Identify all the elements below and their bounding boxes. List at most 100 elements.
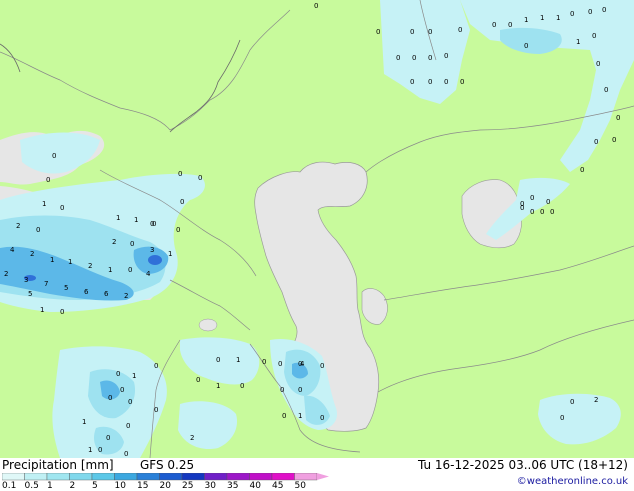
- precip-value-label: 1: [236, 356, 240, 364]
- precip-value-label: 2: [88, 262, 92, 270]
- precip-value-label: 1: [88, 446, 92, 454]
- precip-value-label: 6: [104, 290, 109, 298]
- weather-map: 0 0 0 0 0 0 1 1 1 0 0 0 0 0 1 0 0 0 0 0 0 0 0 0 0 0 0 0 0 0 0 0 0 0 1 0 1 1 0 2…: [0, 0, 634, 458]
- precip-value-label: 0: [198, 174, 202, 182]
- precip-value-label: 0: [594, 138, 598, 146]
- precip-value-label: 2: [112, 238, 116, 246]
- precip-value-label: 0: [240, 382, 244, 390]
- kara-bogaz-gol: [361, 288, 388, 325]
- legend-arrow: [317, 473, 329, 480]
- precip-value-label: 0: [412, 54, 416, 62]
- precip-value-label: 0: [124, 450, 128, 458]
- precip-value-label: 0: [570, 398, 574, 406]
- legend-swatch: [46, 473, 70, 481]
- precip-value-label: 0: [320, 414, 324, 422]
- precip-value-label: 0: [154, 362, 158, 370]
- precip-value-label: 0: [376, 28, 380, 36]
- precip-value-label: 0: [540, 208, 544, 216]
- precip-value-label: 0: [428, 54, 432, 62]
- precip-value-label: 0: [602, 6, 606, 14]
- precip-value-label: 0: [508, 21, 512, 29]
- precip-value-label: 0: [60, 204, 64, 212]
- precip-value-label: 2: [4, 270, 8, 278]
- precip-value-label: 4: [300, 360, 305, 368]
- precip-value-label: 0: [176, 226, 180, 234]
- precip-value-label: 1: [116, 214, 120, 222]
- precip-value-label: 0: [612, 136, 616, 144]
- precip-value-label: 1: [132, 372, 136, 380]
- legend-swatch: [114, 473, 138, 481]
- legend-swatch: [271, 473, 295, 481]
- precip-value-label: 0: [616, 114, 620, 122]
- precip-value-label: 0: [492, 21, 496, 29]
- precip-value-label: 0: [108, 394, 112, 402]
- legend-color-bar: [2, 473, 329, 481]
- precip-value-label: 1: [82, 418, 86, 426]
- precip-value-label: 1: [108, 266, 112, 274]
- precip-value-label: 1: [298, 412, 302, 420]
- legend-swatch: [159, 473, 183, 481]
- map-canvas: 0 0 0 0 0 0 1 1 1 0 0 0 0 0 1 0 0 0 0 0 0 0 0 0 0 0 0 0 0 0 0 0 0 0 1 0 1 1 0 2…: [0, 0, 634, 458]
- precip-value-label: 0: [46, 176, 50, 184]
- precip-value-label: 1: [168, 250, 172, 258]
- precip-value-label: 0: [570, 10, 574, 18]
- precip-value-label: 1: [50, 256, 54, 264]
- precip-value-label: 0: [196, 376, 200, 384]
- coastlines: [0, 39, 241, 133]
- precip-value-label: 1: [40, 306, 44, 314]
- precip-value-label: 1: [556, 14, 560, 22]
- legend-swatch: [91, 473, 115, 481]
- precip-value-label: 0: [410, 28, 414, 36]
- precip-value-label: 6: [84, 288, 89, 296]
- precip-value-label: 0: [596, 60, 600, 68]
- precip-value-label: 0: [52, 152, 56, 160]
- valid-time: Tu 16-12-2025 03..06 UTC (18+12): [417, 458, 628, 472]
- precip-value-label: 2: [16, 222, 20, 230]
- credit-link[interactable]: ©weatheronline.co.uk: [517, 476, 628, 487]
- precip-value-label: 7: [44, 280, 48, 288]
- product-label: Precipitation [mm]: [2, 458, 114, 472]
- precip-value-label: 0: [150, 220, 154, 228]
- precip-value-label: 0: [216, 356, 220, 364]
- precip-value-label: 0: [36, 226, 40, 234]
- legend-swatch: [24, 473, 48, 481]
- legend-swatch: [136, 473, 160, 481]
- precip-value-label: 0: [428, 28, 432, 36]
- precip-value-label: 2: [190, 434, 194, 442]
- precip-value-label: 0: [128, 266, 132, 274]
- precip-value-label: 1: [216, 382, 220, 390]
- precip-value-label: 3: [24, 276, 28, 284]
- precip-value-label: 1: [42, 200, 46, 208]
- precip-value-label: 5: [64, 284, 68, 292]
- lake-sevan: [198, 318, 218, 332]
- precip-value-label: 0: [444, 52, 448, 60]
- legend-swatch: [69, 473, 93, 481]
- precip-value-label: 4: [10, 246, 15, 254]
- precip-value-label: 0: [180, 198, 184, 206]
- precip-value-label: 0: [580, 166, 584, 174]
- legend-swatch: [249, 473, 273, 481]
- precip-value-label: 0: [130, 240, 134, 248]
- precip-value-label: 0: [604, 86, 608, 94]
- precip-value-label: 0: [458, 26, 462, 34]
- precip-value-label: 2: [30, 250, 34, 258]
- precip-value-label: 0: [60, 308, 64, 316]
- precip-value-label: 0: [460, 78, 464, 86]
- precip-value-label: 1: [576, 38, 580, 46]
- precip-value-label: 0: [282, 412, 286, 420]
- precip-value-label: 0: [530, 194, 534, 202]
- precip-value-label: 0: [530, 208, 534, 216]
- legend-swatch: [2, 473, 25, 481]
- precip-value-label: 0: [524, 42, 528, 50]
- precip-value-label: 0: [428, 78, 432, 86]
- precip-value-label: 0: [444, 78, 448, 86]
- legend-swatch: [181, 473, 205, 481]
- precip-value-label: 0: [550, 208, 554, 216]
- precip-value-label: 0: [278, 360, 282, 368]
- map-footer: Precipitation [mm] GFS 0.25 Tu 16-12-202…: [0, 458, 634, 491]
- precip-value-label: 2: [124, 292, 128, 300]
- legend-swatch: [226, 473, 250, 481]
- precip-value-label: 1: [134, 216, 138, 224]
- precip-value-label: 0: [314, 2, 318, 10]
- precip-value-label: 0: [396, 54, 400, 62]
